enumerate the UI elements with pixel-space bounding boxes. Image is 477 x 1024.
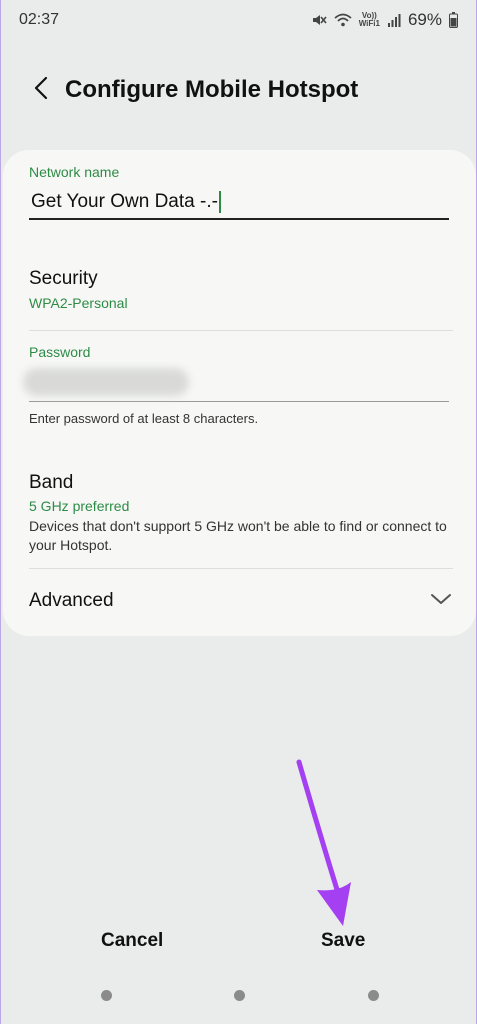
advanced-title: Advanced [29,590,114,611]
band-value: 5 GHz preferred [29,498,130,514]
divider [29,330,453,331]
page-title: Configure Mobile Hotspot [65,76,359,103]
back-button[interactable] [15,62,67,118]
text-cursor [218,191,221,213]
hotspot-settings-card: Network name Get Your Own Data -.- Secur… [3,150,476,636]
advanced-row[interactable]: Advanced [3,570,476,632]
security-title: Security [29,268,98,289]
bottom-actions: Cancel Save [1,920,477,964]
password-blurred-value [23,368,189,396]
app-header: Configure Mobile Hotspot [1,62,477,118]
cancel-button[interactable]: Cancel [101,930,163,952]
network-name-label: Network name [29,164,120,180]
chevron-down-icon [430,592,452,611]
chevron-left-icon [33,76,49,105]
nav-back-button[interactable] [368,990,379,1001]
band-title: Band [29,472,74,493]
battery-icon [449,12,458,28]
status-time: 02:37 [19,11,60,28]
volte-bottom-text: WiFi1 [358,19,380,28]
battery-percentage: 69% [407,10,442,29]
wifi-icon [334,12,352,28]
band-row[interactable]: Band 5 GHz preferred Devices that don't … [29,472,449,555]
divider [29,568,453,569]
status-bar: 02:37 Vo)) WiFi1 69% [1,0,477,40]
security-row[interactable]: Security WPA2-Personal [29,268,128,311]
signal-icon [387,13,401,28]
save-button[interactable]: Save [321,930,365,952]
volte-icon: Vo)) WiFi1 [359,12,380,28]
security-value: WPA2-Personal [29,295,128,311]
network-name-value: Get Your Own Data -.- [31,191,218,212]
network-name-input[interactable]: Get Your Own Data -.- [29,186,449,220]
mute-icon [311,12,327,28]
navigation-bar [1,980,477,1010]
nav-recents-button[interactable] [101,990,112,1001]
password-hint: Enter password of at least 8 characters. [29,411,259,426]
status-icons: Vo)) WiFi1 69% [311,10,458,30]
annotation-arrow-icon [281,758,361,935]
nav-home-button[interactable] [234,990,245,1001]
band-description: Devices that don't support 5 GHz won't b… [29,518,447,553]
password-label: Password [29,344,91,360]
password-input[interactable] [23,364,449,402]
